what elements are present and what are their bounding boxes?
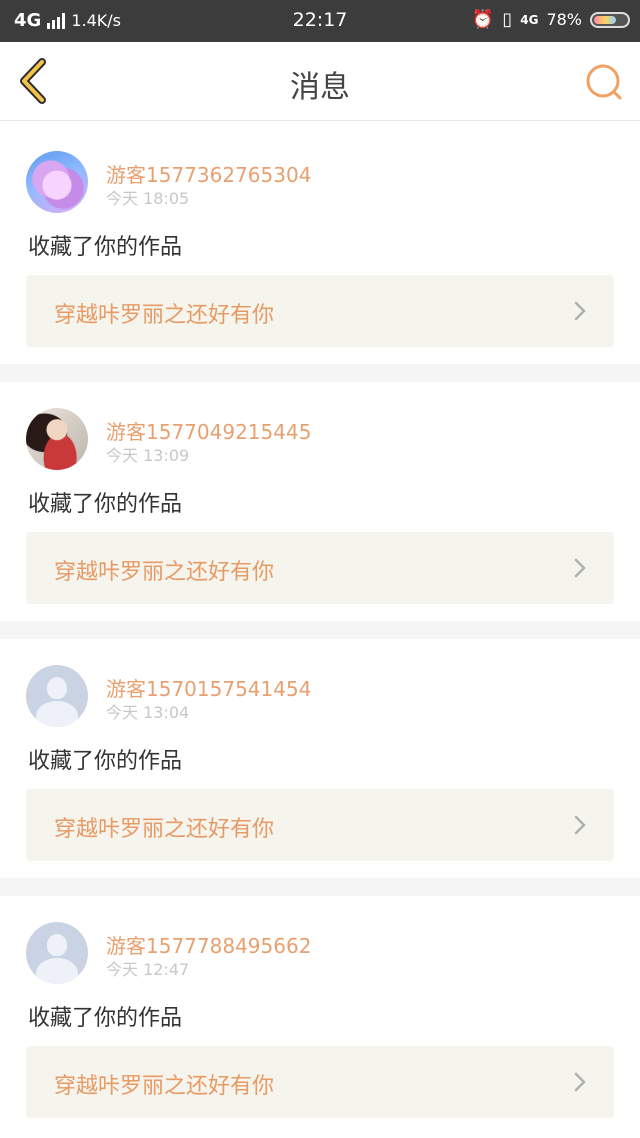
timestamp: 今天 13:04	[106, 703, 190, 722]
work-link[interactable]: 穿越咔罗丽之还好有你	[26, 532, 614, 604]
message-card: 游客1577788495662 今天 12:47 收藏了你的作品 穿越咔罗丽之还…	[0, 896, 640, 1138]
timestamp: 今天 13:09	[106, 446, 190, 465]
avatar[interactable]	[26, 408, 88, 470]
message-card: 游客1577362765304 今天 18:05 收藏了你的作品 穿越咔罗丽之还…	[0, 121, 640, 364]
work-link[interactable]: 穿越咔罗丽之还好有你	[26, 1046, 614, 1118]
battery-icon	[590, 11, 630, 28]
alarm-icon: ⏰	[471, 9, 495, 30]
message-card: 游客1577049215445 今天 13:09 收藏了你的作品 穿越咔罗丽之还…	[0, 382, 640, 621]
header: 消息	[0, 42, 640, 121]
action-text: 收藏了你的作品	[28, 235, 183, 260]
status-right: ⏰ ▯ 4G 78%	[472, 9, 630, 30]
work-link[interactable]: 穿越咔罗丽之还好有你	[26, 789, 614, 861]
page-title: 消息	[290, 70, 350, 105]
avatar[interactable]	[26, 665, 88, 727]
battery-percent: 78%	[546, 10, 582, 29]
chevron-right-icon	[574, 1072, 586, 1092]
avatar[interactable]	[26, 151, 88, 213]
work-title: 穿越咔罗丽之还好有你	[54, 560, 275, 585]
username[interactable]: 游客1577788495662	[106, 930, 311, 959]
username[interactable]: 游客1577362765304	[106, 159, 311, 188]
timestamp: 今天 12:47	[106, 960, 190, 979]
chevron-right-icon	[574, 301, 586, 321]
network-type-right: 4G	[520, 12, 539, 27]
message-card: 游客1570157541454 今天 13:04 收藏了你的作品 穿越咔罗丽之还…	[0, 639, 640, 878]
username[interactable]: 游客1570157541454	[106, 673, 311, 702]
action-text: 收藏了你的作品	[28, 749, 183, 774]
action-text: 收藏了你的作品	[28, 1006, 183, 1031]
chevron-right-icon	[574, 815, 586, 835]
work-link[interactable]: 穿越咔罗丽之还好有你	[26, 275, 614, 347]
timestamp: 今天 18:05	[106, 189, 190, 208]
work-title: 穿越咔罗丽之还好有你	[54, 817, 275, 842]
avatar[interactable]	[26, 922, 88, 984]
status-bar: 4G 1.4K/s 22:17 ⏰ ▯ 4G 78%	[0, 0, 640, 42]
vibrate-icon: ▯	[502, 9, 513, 30]
username[interactable]: 游客1577049215445	[106, 416, 311, 445]
action-text: 收藏了你的作品	[28, 492, 183, 517]
work-title: 穿越咔罗丽之还好有你	[54, 303, 275, 328]
work-title: 穿越咔罗丽之还好有你	[54, 1074, 275, 1099]
chevron-right-icon	[574, 558, 586, 578]
search-icon[interactable]	[584, 62, 624, 102]
